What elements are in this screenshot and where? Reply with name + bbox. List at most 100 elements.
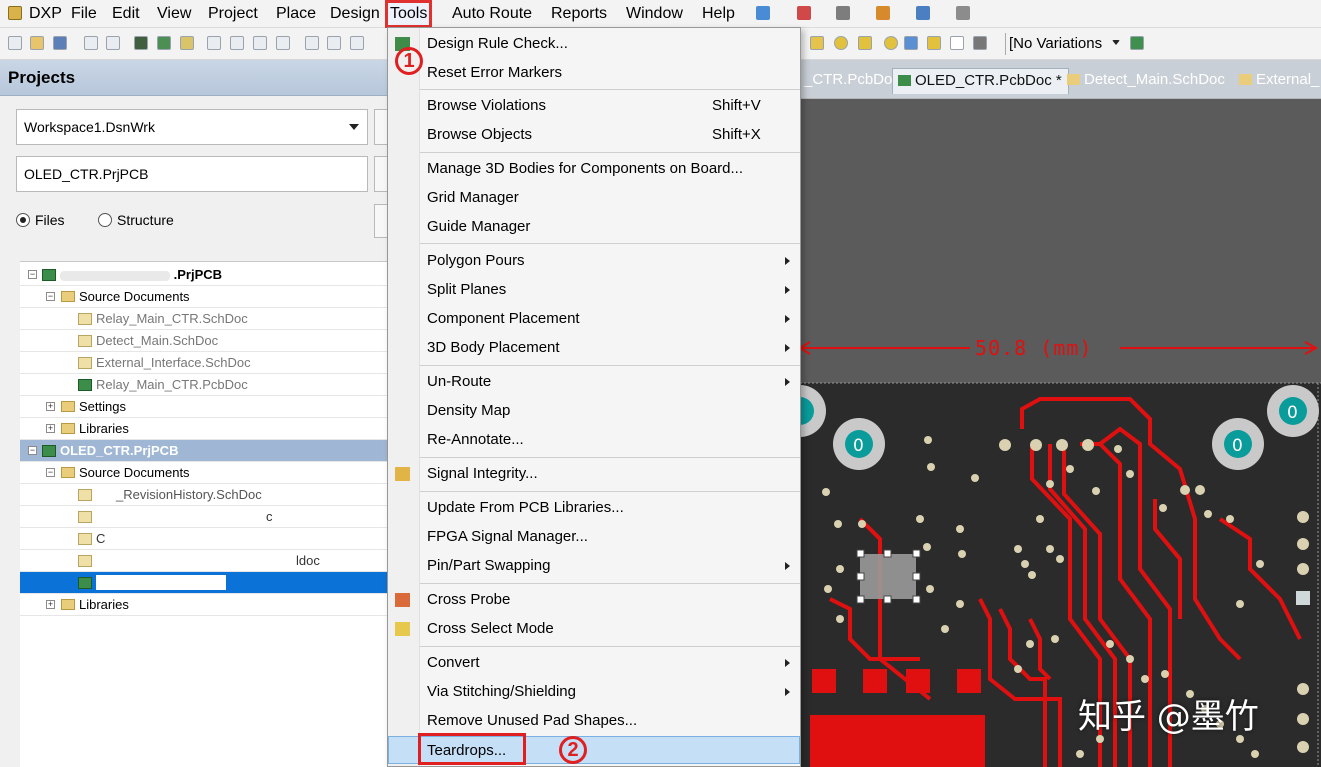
menu-item-browse-violations[interactable]: Browse Violations Shift+V	[388, 92, 800, 120]
menu-item-update-from-pcb-libraries[interactable]: Update From PCB Libraries...	[388, 494, 800, 522]
save-icon[interactable]	[53, 36, 67, 50]
zoom-area-icon[interactable]	[230, 36, 244, 50]
pad-icon[interactable]	[858, 36, 872, 50]
room-icon[interactable]	[916, 6, 930, 20]
menu-dxp[interactable]: DXP	[27, 3, 64, 25]
copy-icon[interactable]	[327, 36, 341, 50]
print-preview-icon[interactable]	[106, 36, 120, 50]
menu-item-via-stitching[interactable]: Via Stitching/Shielding	[388, 678, 800, 706]
menu-design[interactable]: Design	[328, 3, 382, 25]
menu-view[interactable]: View	[155, 3, 193, 25]
menu-item-remove-unused-pad-shapes[interactable]: Remove Unused Pad Shapes...	[388, 707, 800, 735]
menu-item-cross-select-mode[interactable]: Cross Select Mode	[388, 615, 800, 643]
menu-item-reset-error-markers[interactable]: Reset Error Markers	[388, 59, 800, 87]
tree-doc[interactable]: C	[20, 528, 388, 550]
project-field[interactable]: OLED_CTR.PrjPCB	[16, 156, 368, 192]
tree-libraries[interactable]: + Libraries	[20, 418, 388, 440]
tab-relay-pcb[interactable]: _CTR.PcbDoc	[800, 68, 906, 94]
menu-item-browse-objects[interactable]: Browse Objects Shift+X	[388, 121, 800, 149]
new-icon[interactable]	[8, 36, 22, 50]
zoom-fit-icon[interactable]	[207, 36, 221, 50]
board-icon[interactable]	[157, 36, 171, 50]
clear-filter-icon[interactable]	[276, 36, 290, 50]
menu-item-split-planes[interactable]: Split Planes	[388, 276, 800, 304]
text-align-icon[interactable]	[836, 6, 850, 20]
via-icon[interactable]	[834, 36, 848, 50]
cut-icon[interactable]	[305, 36, 319, 50]
print-icon[interactable]	[84, 36, 98, 50]
tree-doc[interactable]: ldoc	[20, 550, 388, 572]
paste-icon[interactable]	[350, 36, 364, 50]
grid-icon[interactable]	[956, 6, 970, 20]
tab-oled-pcb[interactable]: OLED_CTR.PcbDoc *	[892, 68, 1069, 94]
tree-settings[interactable]: + Settings	[20, 396, 388, 418]
menu-file[interactable]: File	[69, 3, 99, 25]
zoom-icon[interactable]	[253, 36, 267, 50]
menu-item-design-rule-check[interactable]: Design Rule Check...	[388, 30, 800, 58]
menu-help[interactable]: Help	[700, 3, 737, 25]
pcb-canvas[interactable]: 0 0 0 50.8 (mm) 知乎 @墨竹	[800, 99, 1321, 767]
collapse-icon[interactable]: −	[28, 270, 37, 279]
workspace-select[interactable]: Workspace1.DsnWrk	[16, 109, 368, 145]
open-icon[interactable]	[30, 36, 44, 50]
string-icon[interactable]	[950, 36, 964, 50]
expand-icon[interactable]: +	[46, 402, 55, 411]
polygon-icon[interactable]	[927, 36, 941, 50]
fill-icon[interactable]	[904, 36, 918, 50]
menu-project[interactable]: Project	[206, 3, 260, 25]
tree-source-documents[interactable]: − Source Documents	[20, 286, 388, 308]
menu-item-convert[interactable]: Convert	[388, 649, 800, 677]
menu-item-un-route[interactable]: Un-Route	[388, 368, 800, 396]
menu-auto-route[interactable]: Auto Route	[450, 3, 534, 25]
menu-item-component-placement[interactable]: Component Placement	[388, 305, 800, 333]
structure-radio[interactable]: Structure	[98, 212, 174, 228]
menu-item-density-map[interactable]: Density Map	[388, 397, 800, 425]
tree-doc[interactable]: Relay_Main_CTR.SchDoc	[20, 308, 388, 330]
variations-dropdown[interactable]: [No Variations	[1005, 33, 1102, 55]
collapse-icon[interactable]: −	[46, 292, 55, 301]
menu-window[interactable]: Window	[624, 3, 685, 25]
collapse-icon[interactable]: −	[46, 468, 55, 477]
project-button[interactable]	[374, 156, 388, 192]
board-green-icon[interactable]	[1130, 36, 1144, 50]
menu-item-signal-integrity[interactable]: Signal Integrity...	[388, 460, 800, 488]
menu-reports[interactable]: Reports	[549, 3, 609, 25]
expand-icon[interactable]: +	[46, 424, 55, 433]
menu-item-pin-part-swapping[interactable]: Pin/Part Swapping	[388, 552, 800, 580]
menu-place[interactable]: Place	[274, 3, 318, 25]
arc-icon[interactable]	[884, 36, 898, 50]
tree-doc[interactable]: Relay_Main_CTR.PcbDoc	[20, 374, 388, 396]
menu-item-polygon-pours[interactable]: Polygon Pours	[388, 247, 800, 275]
panel-side-button[interactable]	[374, 204, 388, 238]
variations-arrow-icon[interactable]	[1112, 40, 1120, 45]
expand-icon[interactable]: +	[46, 600, 55, 609]
tree-doc[interactable]: Detect_Main.SchDoc	[20, 330, 388, 352]
tree-doc-selected[interactable]	[20, 572, 388, 594]
tree-project-2[interactable]: − OLED_CTR.PrjPCB	[20, 440, 388, 462]
workspace-button[interactable]	[374, 109, 388, 145]
tree-project-1[interactable]: − .PrjPCB	[20, 264, 388, 286]
chart-icon[interactable]	[756, 6, 770, 20]
tab-detect-sch[interactable]: Detect_Main.SchDoc	[1062, 68, 1231, 94]
board-insight-icon[interactable]	[180, 36, 194, 50]
dxp-icon[interactable]	[8, 6, 22, 20]
menu-edit[interactable]: Edit	[110, 3, 142, 25]
menu-item-cross-probe[interactable]: Cross Probe	[388, 586, 800, 614]
rule-icon[interactable]	[876, 6, 890, 20]
tree-doc[interactable]: _RevisionHistory.SchDoc	[20, 484, 388, 506]
menu-item-re-annotate[interactable]: Re-Annotate...	[388, 426, 800, 454]
collapse-icon[interactable]: −	[28, 446, 37, 455]
tree-doc[interactable]: External_Interface.SchDoc	[20, 352, 388, 374]
menu-item-grid-manager[interactable]: Grid Manager	[388, 184, 800, 212]
route-icon[interactable]	[810, 36, 824, 50]
align-icon[interactable]	[797, 6, 811, 20]
component-icon[interactable]	[973, 36, 987, 50]
files-radio[interactable]: Files	[16, 212, 65, 228]
chevron-down-icon[interactable]	[349, 124, 359, 130]
tab-external-sch[interactable]: External_	[1234, 68, 1321, 94]
tree-source-documents[interactable]: − Source Documents	[20, 462, 388, 484]
menu-item-fpga-signal-manager[interactable]: FPGA Signal Manager...	[388, 523, 800, 551]
3d-view-icon[interactable]	[134, 36, 148, 50]
tree-doc[interactable]: c	[20, 506, 388, 528]
tree-libraries[interactable]: + Libraries	[20, 594, 388, 616]
